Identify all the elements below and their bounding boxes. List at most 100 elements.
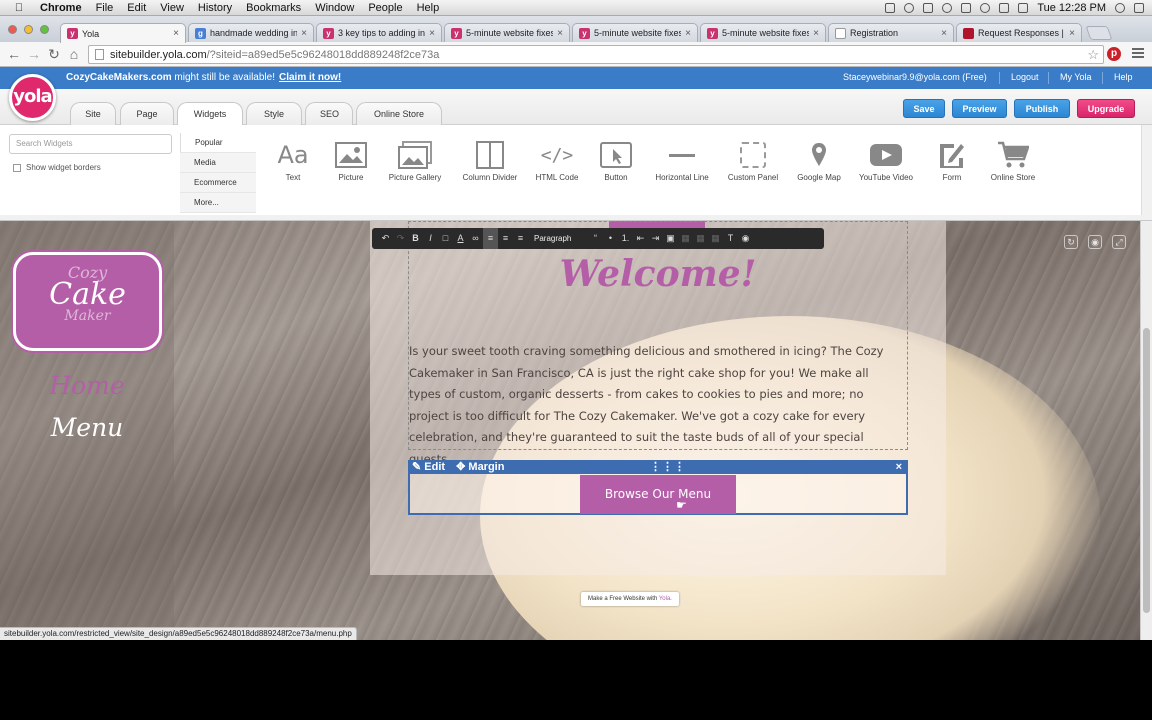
spotlight-icon[interactable] (1115, 3, 1125, 13)
browser-tab[interactable]: y 5-minute website fixes... × (700, 23, 826, 42)
menu-edit[interactable]: Edit (127, 2, 146, 14)
menu-bookmarks[interactable]: Bookmarks (246, 2, 301, 14)
new-tab-button[interactable] (1085, 26, 1113, 40)
align-right-icon[interactable]: ≡ (513, 228, 528, 249)
bluetooth-icon[interactable] (961, 3, 972, 13)
html-source-icon[interactable]: ◉ (738, 228, 753, 249)
category-media[interactable]: Media (180, 153, 256, 173)
table-icon[interactable]: ▦ (678, 228, 693, 249)
widget-html-code[interactable]: </> HTML Code (532, 137, 582, 197)
widget-button[interactable]: Button (596, 137, 636, 197)
welcome-heading[interactable]: Welcome! (408, 253, 908, 295)
tab-page[interactable]: Page (120, 102, 174, 125)
widget-picture[interactable]: Picture (330, 137, 372, 197)
category-more[interactable]: More... (180, 193, 256, 213)
tab-widgets[interactable]: Widgets (177, 102, 243, 126)
close-tab-icon[interactable]: × (1069, 28, 1075, 39)
table-col-icon[interactable]: ▦ (708, 228, 723, 249)
fullscreen-icon[interactable]: ⤢ (1112, 235, 1126, 249)
timemachine-icon[interactable] (942, 3, 953, 13)
browser-tab[interactable]: Registration × (828, 23, 954, 42)
widget-google-map[interactable]: Google Map (794, 137, 844, 197)
browser-tab-yola[interactable]: y Yola × (60, 23, 186, 43)
reload-icon[interactable]: ↻ (46, 46, 62, 62)
paragraph-format-select[interactable]: Paragraph (528, 228, 588, 249)
my-yola-link[interactable]: My Yola (1060, 72, 1092, 82)
zoom-window-icon[interactable] (40, 25, 49, 34)
url-input[interactable]: sitebuilder.yola.com/?siteid=a89ed5e5c96… (88, 45, 1104, 64)
browser-tab[interactable]: Request Responses | H... × (956, 23, 1082, 42)
logout-link[interactable]: Logout (1011, 72, 1039, 82)
widget-picture-gallery[interactable]: Picture Gallery (384, 137, 446, 197)
widget-youtube-video[interactable]: YouTube Video (854, 137, 918, 197)
numbered-list-icon[interactable]: 1. (618, 228, 633, 249)
menu-view[interactable]: View (160, 2, 184, 14)
search-widgets-input[interactable]: Search Widgets (9, 134, 172, 154)
close-tab-icon[interactable]: × (429, 28, 435, 39)
menu-clock[interactable]: Tue 12:28 PM (1037, 2, 1106, 14)
bullet-list-icon[interactable]: • (603, 228, 618, 249)
redo-icon[interactable]: ↷ (393, 228, 408, 249)
blockquote-icon[interactable]: “ (588, 228, 603, 249)
battery-icon[interactable] (1018, 3, 1029, 13)
menu-people[interactable]: People (368, 2, 402, 14)
widget-custom-panel[interactable]: Custom Panel (724, 137, 782, 197)
close-widget-icon[interactable]: × (896, 460, 902, 474)
browse-menu-button[interactable]: Browse Our Menu (580, 475, 736, 514)
help-link[interactable]: Help (1114, 72, 1133, 82)
font-color-icon[interactable]: A (453, 228, 468, 249)
page-scrollbar[interactable] (1140, 221, 1152, 640)
site-logo[interactable]: Cozy Cake Maker (13, 252, 162, 351)
back-icon[interactable]: ← (6, 46, 22, 62)
welcome-body-text[interactable]: Is your sweet tooth craving something de… (409, 341, 903, 470)
italic-icon[interactable]: I (423, 228, 438, 249)
widget-column-divider[interactable]: Column Divider (456, 137, 524, 197)
save-button[interactable]: Save (903, 99, 945, 118)
minimize-window-icon[interactable] (24, 25, 33, 34)
edit-button[interactable]: Edit (424, 461, 445, 473)
close-window-icon[interactable] (8, 25, 17, 34)
close-tab-icon[interactable]: × (941, 28, 947, 39)
volume-icon[interactable] (999, 3, 1010, 13)
category-popular[interactable]: Popular (180, 133, 256, 153)
link-icon[interactable]: ∞ (468, 228, 483, 249)
insert-image-icon[interactable]: ▣ (663, 228, 678, 249)
site-nav-home[interactable]: Home (0, 371, 174, 400)
border-icon[interactable]: □ (438, 228, 453, 249)
home-icon[interactable]: ⌂ (66, 46, 82, 62)
browser-tab[interactable]: y 5-minute website fixes... × (444, 23, 570, 42)
yola-logo[interactable]: yola (9, 74, 56, 121)
forward-icon[interactable]: → (26, 46, 42, 62)
margin-icon[interactable]: ✥ (456, 461, 465, 473)
tab-seo[interactable]: SEO (305, 102, 353, 125)
close-tab-icon[interactable]: × (557, 28, 563, 39)
close-tab-icon[interactable]: × (173, 28, 179, 39)
drag-handle-icon[interactable]: ⋮⋮⋮ (650, 460, 686, 474)
browser-tab[interactable]: y 5-minute website fixes... × (572, 23, 698, 42)
publish-button[interactable]: Publish (1014, 99, 1070, 118)
clear-format-icon[interactable]: T (723, 228, 738, 249)
dropbox-icon[interactable] (923, 3, 934, 13)
table-row-icon[interactable]: ▦ (693, 228, 708, 249)
bookmark-star-icon[interactable]: ☆ (1087, 47, 1099, 63)
menu-window[interactable]: Window (315, 2, 354, 14)
widget-horizontal-line[interactable]: Horizontal Line (650, 137, 714, 197)
category-ecommerce[interactable]: Ecommerce (180, 173, 256, 193)
bold-icon[interactable]: B (408, 228, 423, 249)
close-tab-icon[interactable]: × (813, 28, 819, 39)
menu-help[interactable]: Help (417, 2, 440, 14)
notifications-icon[interactable] (1134, 3, 1144, 13)
undo-icon[interactable]: ↶ (378, 228, 393, 249)
claim-domain-link[interactable]: Claim it now! (279, 72, 341, 83)
widget-form[interactable]: Form (934, 137, 970, 197)
close-tab-icon[interactable]: × (301, 28, 307, 39)
indent-icon[interactable]: ⇥ (648, 228, 663, 249)
chrome-menu-icon[interactable] (1132, 48, 1144, 59)
site-nav-menu[interactable]: Menu (0, 413, 174, 442)
upgrade-button[interactable]: Upgrade (1077, 99, 1135, 118)
widget-online-store[interactable]: Online Store (984, 137, 1042, 197)
account-email[interactable]: Staceywebinar9.9@yola.com (Free) (843, 72, 987, 82)
widget-text[interactable]: Aa Text (272, 137, 314, 197)
align-left-icon[interactable]: ≡ (483, 228, 498, 249)
refresh-icon[interactable]: ↻ (1064, 235, 1078, 249)
